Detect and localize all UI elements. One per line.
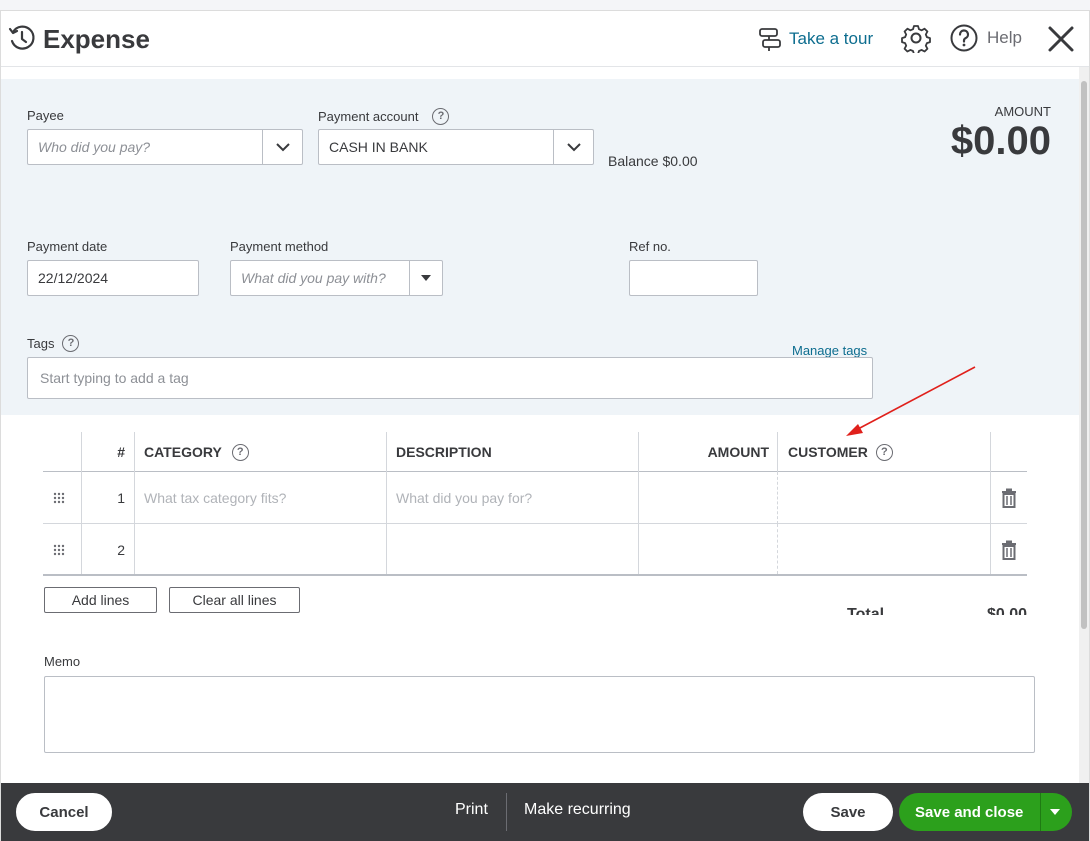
signpost-icon — [759, 28, 781, 51]
balance-value: $0.00 — [662, 153, 698, 169]
payment-method-label: Payment method — [230, 239, 329, 254]
row-number: 2 — [117, 542, 125, 558]
payment-date-label: Payment date — [27, 239, 108, 254]
column-divider[interactable] — [386, 432, 387, 472]
payee-dropdown-button[interactable] — [262, 130, 302, 164]
footer-divider — [506, 793, 507, 831]
payment-account-value: CASH IN BANK — [329, 139, 428, 155]
page-title: Expense — [43, 24, 150, 54]
drag-handle-icon[interactable] — [53, 544, 65, 556]
close-icon[interactable] — [1045, 23, 1077, 55]
column-divider — [777, 472, 778, 524]
recent-transactions-icon[interactable] — [7, 23, 37, 53]
payment-account-label: Payment account — [318, 109, 419, 124]
column-divider — [638, 524, 639, 574]
question-icon[interactable]: ? — [432, 108, 450, 125]
trash-icon[interactable] — [1001, 488, 1017, 508]
save-and-close-label: Save and close — [915, 803, 1024, 821]
column-divider — [777, 524, 778, 574]
column-header-number: # — [117, 444, 125, 460]
print-button[interactable]: Print — [455, 801, 488, 819]
payee-placeholder: Who did you pay? — [38, 139, 151, 155]
column-divider — [386, 472, 387, 524]
payment-method-select[interactable]: What did you pay with? — [230, 260, 443, 296]
help-button[interactable]: Help — [949, 23, 1022, 53]
save-button[interactable]: Save — [803, 793, 893, 831]
payee-select[interactable]: Who did you pay? — [27, 129, 303, 165]
caret-down-icon[interactable] — [1049, 807, 1061, 817]
balance-readout: Balance $0.00 — [608, 153, 698, 169]
clear-all-lines-button[interactable]: Clear all lines — [169, 587, 300, 613]
description-cell[interactable]: What did you pay for? — [396, 490, 532, 506]
column-header-customer-label: CUSTOMER — [788, 444, 868, 460]
column-header-category-label: CATEGORY — [144, 444, 222, 460]
tags-input[interactable]: Start typing to add a tag — [27, 357, 873, 399]
ref-no-input[interactable] — [629, 260, 758, 296]
help-label: Help — [987, 28, 1022, 47]
tags-label: Tags — [27, 336, 55, 351]
payment-account-label-group: Payment account ? — [318, 108, 450, 125]
split-divider — [1040, 793, 1041, 831]
payment-method-dropdown-button[interactable] — [409, 261, 442, 295]
question-icon[interactable]: ? — [875, 443, 893, 461]
column-divider — [134, 432, 135, 472]
table-row[interactable]: 2 — [43, 524, 1027, 576]
expense-header-form: Payee Who did you pay? Payment account ?… — [1, 79, 1079, 415]
total-value: $0.00 — [987, 606, 1028, 615]
column-divider — [81, 524, 82, 574]
column-divider — [81, 472, 82, 524]
chevron-down-icon — [275, 143, 290, 152]
column-header-customer: CUSTOMER ? — [788, 432, 893, 472]
payment-method-placeholder: What did you pay with? — [241, 270, 386, 286]
memo-textarea[interactable] — [44, 676, 1035, 753]
amount-label: AMOUNT — [994, 104, 1051, 119]
payment-date-value: 22/12/2024 — [38, 270, 109, 286]
payment-date-input[interactable]: 22/12/2024 — [27, 260, 199, 296]
help-icon — [950, 24, 978, 52]
cancel-button[interactable]: Cancel — [16, 793, 112, 831]
manage-tags-link[interactable]: Manage tags — [792, 343, 867, 358]
row-number: 1 — [117, 490, 125, 506]
take-a-tour-label: Take a tour — [789, 29, 874, 48]
category-cell[interactable]: What tax category fits? — [144, 490, 286, 506]
expense-window: Expense Take a tour Help Payee Who did y… — [0, 10, 1090, 841]
column-header-description: DESCRIPTION — [396, 444, 492, 460]
chevron-down-icon — [566, 143, 581, 152]
add-lines-button[interactable]: Add lines — [44, 587, 157, 613]
tags-placeholder: Start typing to add a tag — [40, 370, 189, 386]
footer-toolbar: Cancel Print Make recurring Save Save an… — [1, 783, 1089, 841]
payee-label: Payee — [27, 108, 64, 123]
memo-label: Memo — [44, 654, 81, 669]
drag-handle-icon[interactable] — [53, 492, 65, 504]
question-icon[interactable]: ? — [62, 335, 80, 352]
amount-total: $0.00 — [950, 119, 1051, 163]
column-divider — [990, 432, 991, 472]
column-header-category: CATEGORY ? — [144, 432, 249, 472]
column-divider — [990, 472, 991, 524]
gear-icon[interactable] — [901, 23, 931, 53]
make-recurring-button[interactable]: Make recurring — [524, 801, 631, 819]
column-divider — [638, 472, 639, 524]
column-divider — [134, 524, 135, 574]
column-divider — [134, 472, 135, 524]
question-icon[interactable]: ? — [231, 443, 249, 461]
scrollbar-thumb[interactable] — [1081, 81, 1087, 629]
tags-label-group: Tags ? — [27, 335, 80, 352]
payment-account-dropdown-button[interactable] — [553, 130, 593, 164]
column-divider[interactable] — [777, 432, 778, 472]
trash-icon[interactable] — [1001, 540, 1017, 560]
total-label: Total — [847, 606, 885, 615]
save-and-close-button[interactable]: Save and close — [899, 793, 1072, 831]
column-divider — [990, 524, 991, 574]
column-header-amount: AMOUNT — [707, 444, 769, 460]
ref-no-label: Ref no. — [629, 239, 671, 254]
header: Expense Take a tour Help — [1, 11, 1089, 67]
caret-down-icon — [421, 275, 431, 281]
balance-label: Balance — [608, 153, 659, 169]
column-divider — [386, 524, 387, 574]
table-header: # CATEGORY ? DESCRIPTION AMOUNT CUSTOMER… — [43, 432, 1027, 472]
payment-account-select[interactable]: CASH IN BANK — [318, 129, 594, 165]
table-row[interactable]: 1 What tax category fits? What did you p… — [43, 472, 1027, 524]
take-a-tour-link[interactable]: Take a tour — [757, 25, 873, 53]
